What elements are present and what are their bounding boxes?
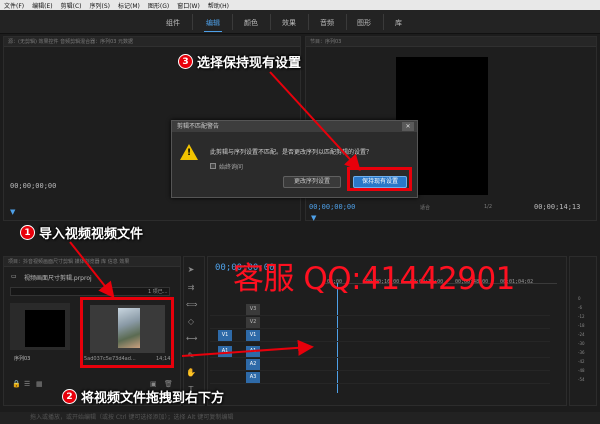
menu-file[interactable]: 文件(F) — [4, 1, 24, 10]
source-timecode: 00;00;00;00 — [10, 182, 57, 190]
workspace-bar: 组件 编辑 颜色 效果 音频 图形 库 — [0, 10, 600, 34]
workspace-separator — [270, 14, 271, 30]
workspace-libraries[interactable]: 库 — [395, 18, 402, 28]
track-row-v3[interactable]: V3 — [210, 304, 550, 316]
step-2-text: 将视频文件拖拽到右下方 — [81, 391, 225, 406]
clip-highlight-box — [80, 297, 174, 368]
warning-icon-mark: ! — [187, 148, 192, 158]
dialog-title: 剪辑不匹配警告 — [172, 121, 417, 132]
source-playhead-icon[interactable]: ▼ — [10, 208, 15, 216]
meter-label: -54 — [578, 377, 585, 382]
workspace-separator — [192, 14, 193, 30]
program-timecode: 00;00;00;00 — [309, 203, 356, 211]
dialog-close-button[interactable]: ✕ — [402, 122, 414, 131]
step-3-text: 选择保持现有设置 — [197, 56, 302, 71]
folder-icon: ▭ — [11, 273, 17, 280]
program-playhead-icon[interactable]: ▼ — [311, 214, 316, 222]
watermark-text: 客服 QQ:41442901 — [233, 261, 515, 297]
workspace-separator — [346, 14, 347, 30]
ripple-edit-tool-icon[interactable]: ⟺ — [186, 300, 197, 310]
workspace-assembly[interactable]: 组件 — [166, 18, 180, 28]
project-item-count: 1 项已... — [148, 289, 168, 295]
annotation-step-1: 1 导入视频视频文件 — [20, 223, 143, 242]
menu-help[interactable]: 帮助(H) — [208, 1, 229, 10]
step-2-badge: 2 — [62, 389, 77, 404]
track-row-v1[interactable]: V1 V1 — [210, 330, 550, 342]
change-sequence-settings-button[interactable]: 更改序列设置 — [283, 176, 341, 188]
track-row-a2[interactable]: A2 — [210, 359, 550, 371]
track-select-tool-icon[interactable]: ⇉ — [186, 283, 196, 293]
source-patch-a1[interactable]: A1 — [218, 346, 232, 357]
meter-label: -12 — [578, 314, 585, 319]
keep-button-highlight-box — [347, 167, 412, 191]
meter-label: -6 — [578, 305, 582, 310]
meter-label: -30 — [578, 341, 585, 346]
hand-tool-icon[interactable]: ✋ — [186, 368, 196, 378]
workspace-separator — [383, 14, 384, 30]
tools-panel — [183, 256, 205, 406]
workspace-separator — [232, 14, 233, 30]
annotation-step-2: 2 将视频文件拖拽到右下方 — [62, 387, 224, 406]
meter-label: -42 — [578, 359, 585, 364]
menu-window[interactable]: 窗口(W) — [177, 1, 200, 10]
track-row-a3[interactable]: A3 — [210, 372, 550, 384]
menu-sequence[interactable]: 序列(S) — [90, 1, 111, 10]
project-panel-header[interactable]: 项目：抖音视频画面尺寸剪辑 媒体浏览器 库 信息 效果 — [4, 257, 180, 267]
track-row-a1[interactable]: A1 A1 — [210, 346, 550, 358]
step-1-badge: 1 — [20, 225, 35, 240]
always-ask-label: 始终询问 — [219, 164, 244, 171]
track-target-a3[interactable]: A3 — [246, 372, 260, 383]
menu-edit[interactable]: 编辑(E) — [32, 1, 52, 10]
sequence-thumbnail-preview — [25, 310, 65, 347]
menu-graphics[interactable]: 图形(G) — [148, 1, 169, 10]
slip-tool-icon[interactable]: ⟷ — [186, 334, 197, 344]
list-view-icon[interactable]: ☰ — [24, 380, 30, 388]
meter-label: 0 — [578, 296, 581, 301]
program-resolution-select[interactable]: 1/2 — [484, 204, 492, 210]
program-fit-select[interactable]: 适合 — [420, 204, 430, 211]
dialog-message: 此剪辑与序列设置不匹配。是否更改序列以匹配剪辑的设置？ — [210, 149, 373, 156]
meter-label: -18 — [578, 323, 585, 328]
meter-label: -36 — [578, 350, 585, 355]
track-target-v1[interactable]: V1 — [246, 330, 260, 341]
sequence-label: 序列03 — [14, 356, 31, 362]
icon-view-icon[interactable]: ▦ — [36, 380, 43, 388]
track-target-v2[interactable]: V2 — [246, 317, 260, 328]
status-bar: 拖入或播放，或开始编辑（或按 Ctrl 键可选择添加）；选择 Alt 键可复制编… — [0, 412, 600, 424]
step-1-text: 导入视频视频文件 — [39, 227, 144, 242]
always-ask-checkbox[interactable] — [210, 163, 216, 169]
selection-tool-icon[interactable]: ➤ — [186, 265, 196, 275]
lock-icon[interactable]: 🔒 — [12, 380, 21, 388]
menu-clip[interactable]: 剪辑(C) — [61, 1, 82, 10]
menu-markers[interactable]: 标记(M) — [118, 1, 140, 10]
project-search-input[interactable] — [10, 287, 170, 296]
source-patch-v1[interactable]: V1 — [218, 330, 232, 341]
pen-tool-icon[interactable]: ✎ — [186, 351, 196, 361]
workspace-editing[interactable]: 编辑 — [204, 18, 222, 32]
razor-tool-icon[interactable]: ◇ — [186, 317, 196, 327]
program-duration: 00;00;14;13 — [534, 203, 581, 211]
workspace-color[interactable]: 颜色 — [244, 18, 258, 28]
track-target-a1[interactable]: A1 — [246, 346, 260, 357]
source-panel-header[interactable]: 源：(无剪辑) 效果控件 音频剪辑混合器：序列03 元数据 — [4, 37, 300, 47]
meter-label: -48 — [578, 368, 585, 373]
project-file-name: 视频画面尺寸剪辑.prproj — [24, 275, 92, 282]
menu-bar: 文件(F) 编辑(E) 剪辑(C) 序列(S) 标记(M) 图形(G) 窗口(W… — [0, 0, 600, 10]
workspace-graphics[interactable]: 图形 — [357, 18, 371, 28]
workspace-separator — [308, 14, 309, 30]
workspace-effects[interactable]: 效果 — [282, 18, 296, 28]
program-panel-header[interactable]: 节目：序列03 — [306, 37, 596, 47]
annotation-step-3: 3 选择保持现有设置 — [178, 52, 301, 71]
audio-meters-panel — [569, 256, 597, 406]
step-3-badge: 3 — [178, 54, 193, 69]
workspace-audio[interactable]: 音频 — [320, 18, 334, 28]
meter-label: -24 — [578, 332, 585, 337]
track-target-a2[interactable]: A2 — [246, 359, 260, 370]
track-target-v3[interactable]: V3 — [246, 304, 260, 315]
track-row-v2[interactable]: V2 — [210, 317, 550, 329]
